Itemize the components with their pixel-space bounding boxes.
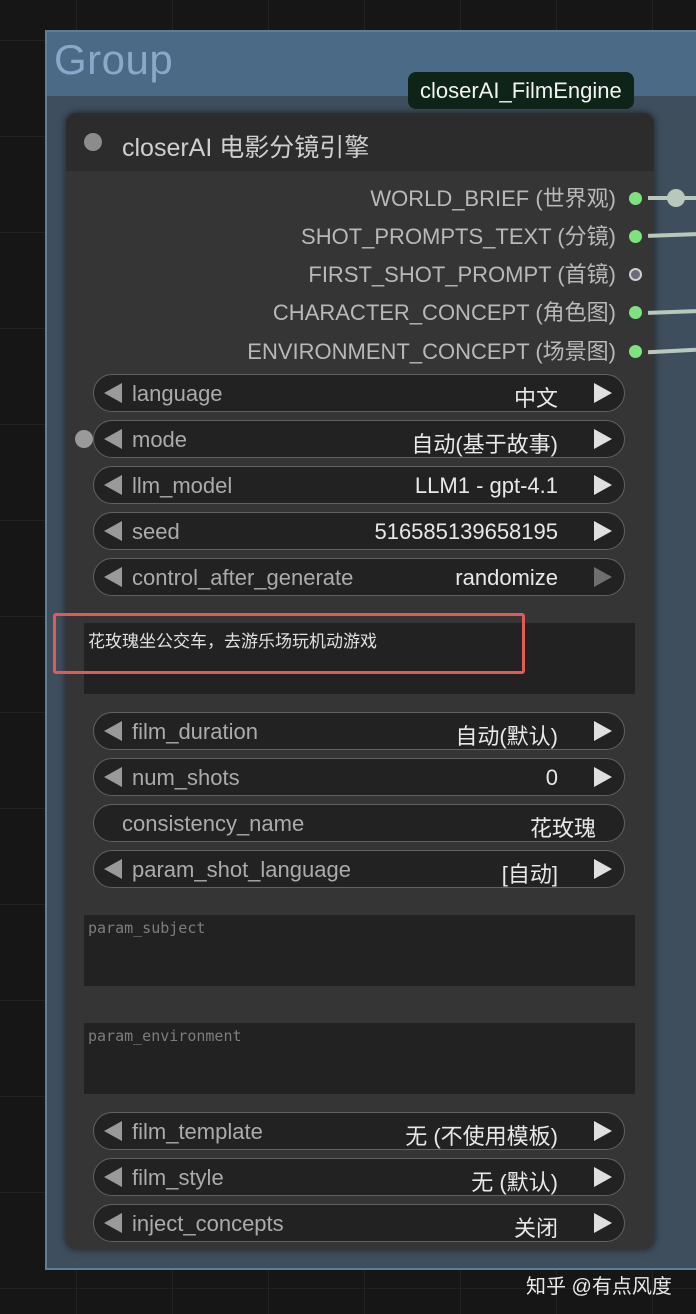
decrement-arrow-icon[interactable]: [104, 859, 122, 879]
widget-film-style[interactable]: film_style 无 (默认): [93, 1158, 625, 1196]
output-socket-shot-prompts-text[interactable]: [629, 230, 642, 243]
annotation-highlight-box: [53, 613, 525, 674]
widget-film-duration[interactable]: film_duration 自动(默认): [93, 712, 625, 750]
decrement-arrow-icon[interactable]: [104, 721, 122, 741]
group-title: Group: [54, 36, 174, 83]
widget-label: seed: [132, 519, 180, 544]
widget-value: 0: [545, 765, 558, 790]
widget-label: film_duration: [132, 719, 258, 744]
wire-reroute-dot[interactable]: [667, 189, 685, 207]
increment-arrow-icon[interactable]: [594, 1121, 612, 1141]
widget-label: consistency_name: [122, 811, 305, 836]
increment-arrow-icon[interactable]: [594, 859, 612, 879]
output-first-shot-prompt: FIRST_SHOT_PROMPT (首镜): [308, 262, 616, 287]
increment-arrow-icon[interactable]: [594, 767, 612, 787]
widget-label: llm_model: [132, 473, 233, 498]
watermark-text: 知乎 @有点风度: [526, 1276, 672, 1298]
widget-inject-concepts[interactable]: inject_concepts 关闭: [93, 1204, 625, 1242]
node-collapse-dot[interactable]: [84, 133, 102, 151]
widget-value: 自动(基于故事): [411, 432, 558, 457]
decrement-arrow-icon[interactable]: [104, 521, 122, 541]
widget-label: film_style: [132, 1165, 224, 1190]
output-character-concept: CHARACTER_CONCEPT (角色图): [272, 300, 616, 325]
widget-value: 自动(默认): [455, 724, 558, 749]
widget-label: control_after_generate: [132, 565, 354, 590]
widget-control-after-generate[interactable]: control_after_generate randomize: [93, 558, 625, 596]
widget-value: 花玫瑰: [529, 816, 596, 841]
decrement-arrow-icon[interactable]: [104, 567, 122, 587]
output-shot-prompts-text: SHOT_PROMPTS_TEXT (分镜): [301, 224, 616, 249]
increment-arrow-icon[interactable]: [594, 721, 612, 741]
decrement-arrow-icon[interactable]: [104, 767, 122, 787]
increment-arrow-icon[interactable]: [594, 429, 612, 449]
output-world-brief: WORLD_BRIEF (世界观): [370, 186, 616, 211]
widget-value: 无 (默认): [471, 1170, 558, 1195]
widget-value: 516585139658195: [374, 519, 558, 544]
increment-arrow-icon[interactable]: [594, 475, 612, 495]
widget-seed[interactable]: seed 516585139658195: [93, 512, 625, 550]
decrement-arrow-icon[interactable]: [104, 429, 122, 449]
increment-arrow-icon[interactable]: [594, 567, 612, 587]
decrement-arrow-icon[interactable]: [104, 475, 122, 495]
input-socket-mode[interactable]: [75, 430, 93, 448]
output-socket-character-concept[interactable]: [629, 306, 642, 319]
widget-label: param_shot_language: [132, 857, 351, 882]
decrement-arrow-icon[interactable]: [104, 1167, 122, 1187]
decrement-arrow-icon[interactable]: [104, 383, 122, 403]
widget-value: 关闭: [513, 1216, 558, 1241]
widget-value: 中文: [513, 386, 558, 411]
increment-arrow-icon[interactable]: [594, 1167, 612, 1187]
increment-arrow-icon[interactable]: [594, 1213, 612, 1233]
widget-value: randomize: [455, 565, 558, 590]
widget-value: 无 (不使用模板): [405, 1124, 558, 1149]
widget-param-shot-language[interactable]: param_shot_language [自动]: [93, 850, 625, 888]
decrement-arrow-icon[interactable]: [104, 1121, 122, 1141]
widget-label: film_template: [132, 1119, 263, 1144]
output-socket-environment-concept[interactable]: [629, 345, 642, 358]
node-title: closerAI 电影分镜引擎: [122, 134, 370, 162]
widget-value: [自动]: [501, 862, 558, 887]
output-environment-concept: ENVIRONMENT_CONCEPT (场景图): [247, 339, 616, 364]
widget-label: mode: [132, 427, 188, 452]
node-class-badge: closerAI_FilmEngine: [408, 72, 634, 109]
widget-label: language: [132, 381, 223, 406]
widget-llm-model[interactable]: llm_model LLM1 - gpt-4.1: [93, 466, 625, 504]
widget-mode[interactable]: mode 自动(基于故事): [93, 420, 625, 458]
increment-arrow-icon[interactable]: [594, 383, 612, 403]
output-socket-world-brief[interactable]: [629, 192, 642, 205]
widget-language[interactable]: language 中文: [93, 374, 625, 412]
widget-consistency-name[interactable]: consistency_name 花玫瑰: [93, 804, 625, 842]
param-subject-textarea[interactable]: param_subject: [84, 915, 635, 986]
widget-film-template[interactable]: film_template 无 (不使用模板): [93, 1112, 625, 1150]
widget-num-shots[interactable]: num_shots 0: [93, 758, 625, 796]
widget-label: num_shots: [132, 765, 240, 790]
widget-value: LLM1 - gpt-4.1: [414, 473, 558, 498]
param-environment-textarea[interactable]: param_environment: [84, 1023, 635, 1094]
increment-arrow-icon[interactable]: [594, 521, 612, 541]
output-socket-first-shot-prompt[interactable]: [629, 268, 642, 281]
widget-label: inject_concepts: [132, 1211, 284, 1236]
decrement-arrow-icon[interactable]: [104, 1213, 122, 1233]
